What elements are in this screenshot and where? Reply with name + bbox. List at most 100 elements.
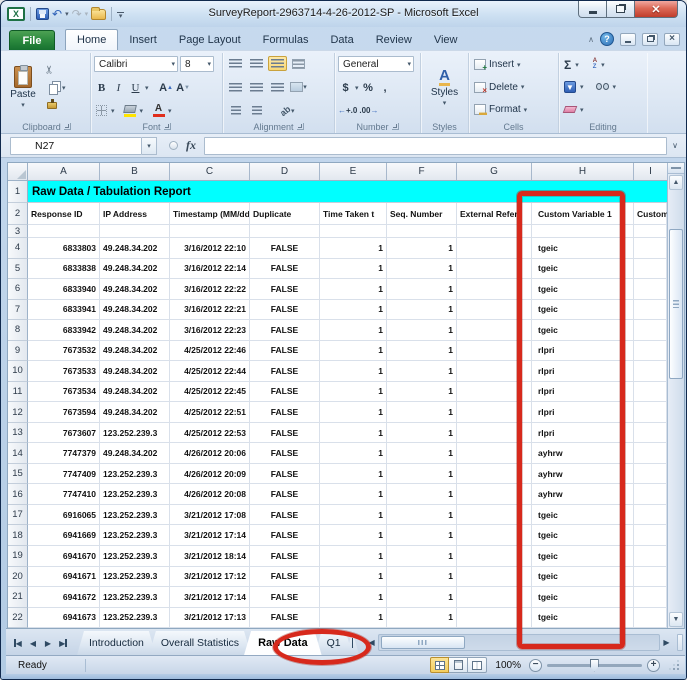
cell-duplicate[interactable]: FALSE (250, 259, 320, 280)
cell-response-id[interactable]: 6941669 (28, 525, 100, 546)
tab-formulas[interactable]: Formulas (252, 29, 320, 50)
cell-custom-variable-1[interactable]: rlpri (532, 382, 634, 403)
column-header-g[interactable]: G (457, 163, 532, 180)
autosum-button[interactable]: Σ (564, 56, 571, 74)
cell-custom-variable-2[interactable] (634, 546, 667, 567)
cell-external-referrer[interactable] (457, 341, 532, 362)
cell-external-referrer[interactable] (457, 402, 532, 423)
cell-response-id[interactable]: 7747410 (28, 484, 100, 505)
cell-seq-number[interactable]: 1 (387, 382, 457, 403)
cell-ip-address[interactable]: 49.248.34.202 (100, 341, 170, 362)
row-header[interactable]: 16 (8, 484, 28, 505)
cell-response-id[interactable]: 6941670 (28, 546, 100, 567)
horizontal-scroll-thumb[interactable] (381, 636, 465, 649)
horizontal-scrollbar[interactable]: ◀ ▶ (365, 632, 673, 652)
row-header[interactable]: 4 (8, 238, 28, 259)
minimize-button[interactable] (578, 1, 607, 18)
cell-external-referrer[interactable] (457, 608, 532, 629)
cell-time-taken[interactable]: 1 (320, 443, 387, 464)
cell-duplicate[interactable]: FALSE (250, 341, 320, 362)
tab-review[interactable]: Review (365, 29, 423, 50)
row-header[interactable]: 5 (8, 259, 28, 280)
font-name-combo[interactable]: Calibri▾ (94, 56, 178, 72)
cell-seq-number[interactable]: 1 (387, 464, 457, 485)
column-header-b[interactable]: B (100, 163, 170, 180)
underline-dropdown-icon[interactable]: ▾ (145, 84, 149, 92)
insert-function-icon[interactable]: fx (186, 138, 196, 153)
row-header[interactable]: 6 (8, 279, 28, 300)
cell-timestamp[interactable]: 4/25/2012 22:53 (170, 423, 250, 444)
accounting-dropdown-icon[interactable]: ▾ (355, 84, 359, 92)
cell-ip-address[interactable]: 49.248.34.202 (100, 402, 170, 423)
cell-ip-address[interactable]: 123.252.239.3 (100, 525, 170, 546)
tab-view[interactable]: View (423, 29, 469, 50)
cell-response-id[interactable]: 7673534 (28, 382, 100, 403)
cell-custom-variable-1[interactable]: rlpri (532, 423, 634, 444)
cell-time-taken[interactable]: 1 (320, 259, 387, 280)
font-size-combo[interactable]: 8▾ (180, 56, 214, 72)
number-dialog-launcher-icon[interactable] (392, 123, 399, 130)
cell-response-id[interactable]: 6941671 (28, 567, 100, 588)
clipboard-dialog-launcher-icon[interactable] (64, 123, 71, 130)
cell-seq-number[interactable]: 1 (387, 567, 457, 588)
fill-color-dropdown-icon[interactable]: ▾ (140, 107, 144, 115)
cell-custom-variable-1[interactable]: tgeic (532, 300, 634, 321)
align-right-button[interactable] (268, 80, 287, 95)
cell-response-id[interactable]: 7673532 (28, 341, 100, 362)
cell-time-taken[interactable]: 1 (320, 382, 387, 403)
bottom-align-button[interactable] (268, 56, 287, 71)
align-left-button[interactable] (226, 80, 245, 95)
scroll-left-icon[interactable]: ◀ (365, 634, 378, 651)
cell-ip-address[interactable]: 49.248.34.202 (100, 320, 170, 341)
file-tab[interactable]: File (9, 30, 55, 50)
save-icon[interactable] (36, 8, 49, 20)
resize-grip[interactable] (669, 660, 679, 670)
cell-timestamp[interactable]: 4/26/2012 20:08 (170, 484, 250, 505)
vertical-scroll-track[interactable] (668, 191, 684, 611)
column-header-e[interactable]: E (320, 163, 387, 180)
find-dropdown-icon[interactable]: ▾ (613, 83, 617, 91)
cell-duplicate[interactable]: FALSE (250, 505, 320, 526)
cell-external-referrer[interactable] (457, 443, 532, 464)
cell-custom-variable-2[interactable] (634, 238, 667, 259)
merge-center-button[interactable]: ▾ (289, 80, 308, 95)
cell-custom-variable-2[interactable] (634, 567, 667, 588)
cell-seq-number[interactable]: 1 (387, 300, 457, 321)
column-header-f[interactable]: F (387, 163, 457, 180)
cell-ip-address[interactable]: 49.248.34.202 (100, 259, 170, 280)
cell-ip-address[interactable]: 49.248.34.202 (100, 300, 170, 321)
bold-button[interactable]: B (94, 80, 109, 95)
clear-button[interactable] (563, 106, 578, 113)
cell-custom-variable-2[interactable] (634, 464, 667, 485)
cell-response-id[interactable]: 6833838 (28, 259, 100, 280)
row-header[interactable]: 2 (8, 203, 28, 225)
middle-align-button[interactable] (247, 56, 266, 71)
tab-split-handle[interactable] (677, 634, 683, 651)
cell-custom-variable-2[interactable] (634, 608, 667, 629)
font-dialog-launcher-icon[interactable] (164, 123, 171, 130)
cell-response-id[interactable]: 7747379 (28, 443, 100, 464)
format-painter-button[interactable] (43, 98, 68, 114)
cell-duplicate[interactable]: FALSE (250, 587, 320, 608)
cell-custom-variable-1[interactable]: tgeic (532, 546, 634, 567)
sheet-tab-introduction[interactable]: Introduction (77, 631, 156, 655)
cell-timestamp[interactable]: 3/21/2012 17:13 (170, 608, 250, 629)
sheet-tab-overall-statistics[interactable]: Overall Statistics (149, 631, 251, 655)
underline-button[interactable]: U (128, 80, 143, 95)
header-response-id[interactable]: Response ID (28, 203, 100, 225)
align-center-button[interactable] (247, 80, 266, 95)
cell-seq-number[interactable]: 1 (387, 587, 457, 608)
cell-external-referrer[interactable] (457, 525, 532, 546)
header-custom-variable-1[interactable]: Custom Variable 1 (532, 203, 634, 225)
cell-seq-number[interactable]: 1 (387, 402, 457, 423)
cell-time-taken[interactable]: 1 (320, 464, 387, 485)
cell-ip-address[interactable]: 123.252.239.3 (100, 567, 170, 588)
cell-ip-address[interactable]: 123.252.239.3 (100, 608, 170, 629)
horizontal-scroll-track[interactable] (378, 634, 660, 651)
cell-duplicate[interactable]: FALSE (250, 546, 320, 567)
zoom-slider-thumb[interactable] (590, 659, 599, 672)
alignment-dialog-launcher-icon[interactable] (297, 123, 304, 130)
clear-dropdown-icon[interactable]: ▾ (580, 106, 584, 114)
cell-custom-variable-2[interactable] (634, 259, 667, 280)
cell-custom-variable-2[interactable] (634, 320, 667, 341)
